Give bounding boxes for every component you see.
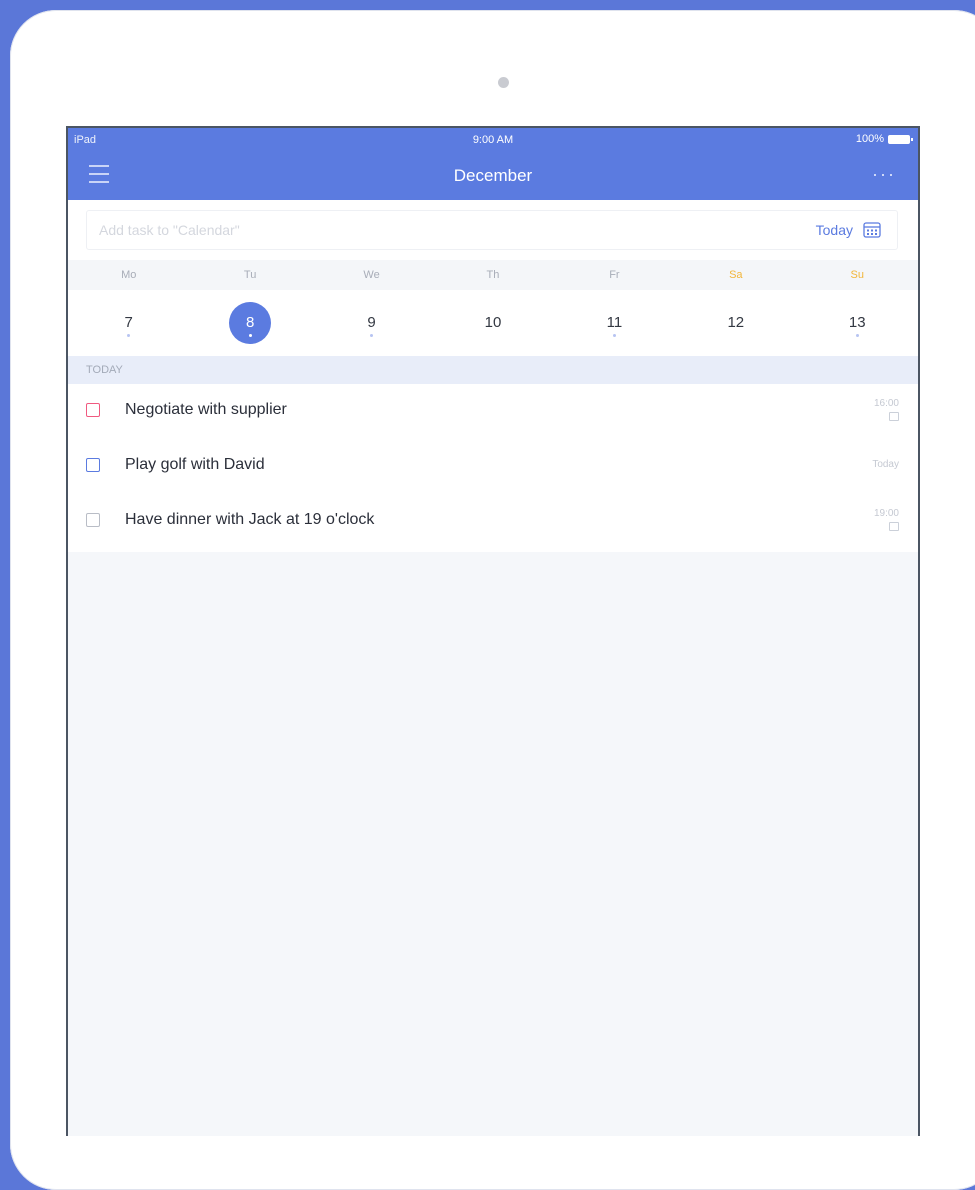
date-cell[interactable]: 13 xyxy=(797,290,918,356)
task-checkbox[interactable] xyxy=(86,458,100,472)
event-dot xyxy=(370,334,374,337)
navigation-bar: iPad 9:00 AM 100% December ··· xyxy=(68,128,918,200)
date-number: 12 xyxy=(727,314,745,331)
section-header-today: TODAY xyxy=(68,356,918,384)
battery-icon xyxy=(888,134,913,144)
event-dot xyxy=(855,334,859,337)
date-number: 11 xyxy=(606,314,623,331)
weekday-label-weekend: Sa xyxy=(729,269,743,281)
task-time-text: 16:00 xyxy=(873,398,899,409)
date-number: 13 xyxy=(848,314,866,331)
page-title: December xyxy=(453,166,533,185)
task-time: 16:00 xyxy=(874,398,899,421)
task-item[interactable]: Have dinner with Jack at 19 o'clock 19:0… xyxy=(68,494,918,549)
add-task-bar: Today xyxy=(86,210,898,250)
event-dot xyxy=(612,334,616,337)
task-checkbox[interactable] xyxy=(86,403,100,417)
small-calendar-icon xyxy=(889,522,899,531)
weekday-header: Mo Tu We Th Fr Sa Su xyxy=(68,260,918,290)
battery-percent: 100% xyxy=(855,133,884,145)
task-time: 19:00 xyxy=(874,508,899,531)
event-dot xyxy=(248,334,252,337)
status-time: 9:00 AM xyxy=(472,134,514,146)
camera-icon xyxy=(498,77,509,88)
task-title: Play golf with David xyxy=(125,456,265,473)
small-calendar-icon xyxy=(889,412,899,421)
task-item[interactable]: Play golf with David Today xyxy=(68,439,918,494)
today-button[interactable]: Today xyxy=(816,221,881,238)
weekday-label: Fr xyxy=(609,269,620,281)
calendar-icon xyxy=(863,222,881,238)
event-dot xyxy=(127,334,131,337)
date-cell[interactable]: 9 xyxy=(311,290,432,356)
date-number: 8 xyxy=(245,314,255,331)
app-screen: iPad 9:00 AM 100% December ··· Today Mo xyxy=(66,126,920,1136)
date-cell[interactable]: 11 xyxy=(554,290,675,356)
date-strip: 7 8 9 10 11 12 13 xyxy=(68,290,918,356)
weekday-label: We xyxy=(363,269,380,281)
task-due: Today xyxy=(872,459,899,470)
date-cell[interactable]: 12 xyxy=(675,290,796,356)
weekday-label: Tu xyxy=(243,269,257,281)
date-number: 7 xyxy=(124,314,133,331)
today-label: Today xyxy=(815,221,853,238)
weekday-label: Mo xyxy=(121,269,137,281)
weekday-label: Th xyxy=(486,269,500,281)
date-cell[interactable]: 7 xyxy=(68,290,189,356)
date-cell[interactable]: 10 xyxy=(432,290,553,356)
more-options-icon[interactable]: ··· xyxy=(872,164,896,185)
task-title: Have dinner with Jack at 19 o'clock xyxy=(125,511,375,528)
date-number: 9 xyxy=(367,314,376,331)
add-task-input[interactable] xyxy=(97,221,701,239)
status-battery: 100% xyxy=(855,133,913,145)
task-item[interactable]: Negotiate with supplier 16:00 xyxy=(68,384,918,439)
weekday-label-weekend: Su xyxy=(850,269,864,281)
date-cell-selected[interactable]: 8 xyxy=(189,290,310,356)
task-title: Negotiate with supplier xyxy=(125,401,287,418)
task-time-text: 19:00 xyxy=(873,508,899,519)
calendar-panel: Today Mo Tu We Th Fr Sa Su 7 8 9 10 1 xyxy=(68,200,918,552)
date-number: 10 xyxy=(484,314,502,331)
task-checkbox[interactable] xyxy=(86,513,100,527)
